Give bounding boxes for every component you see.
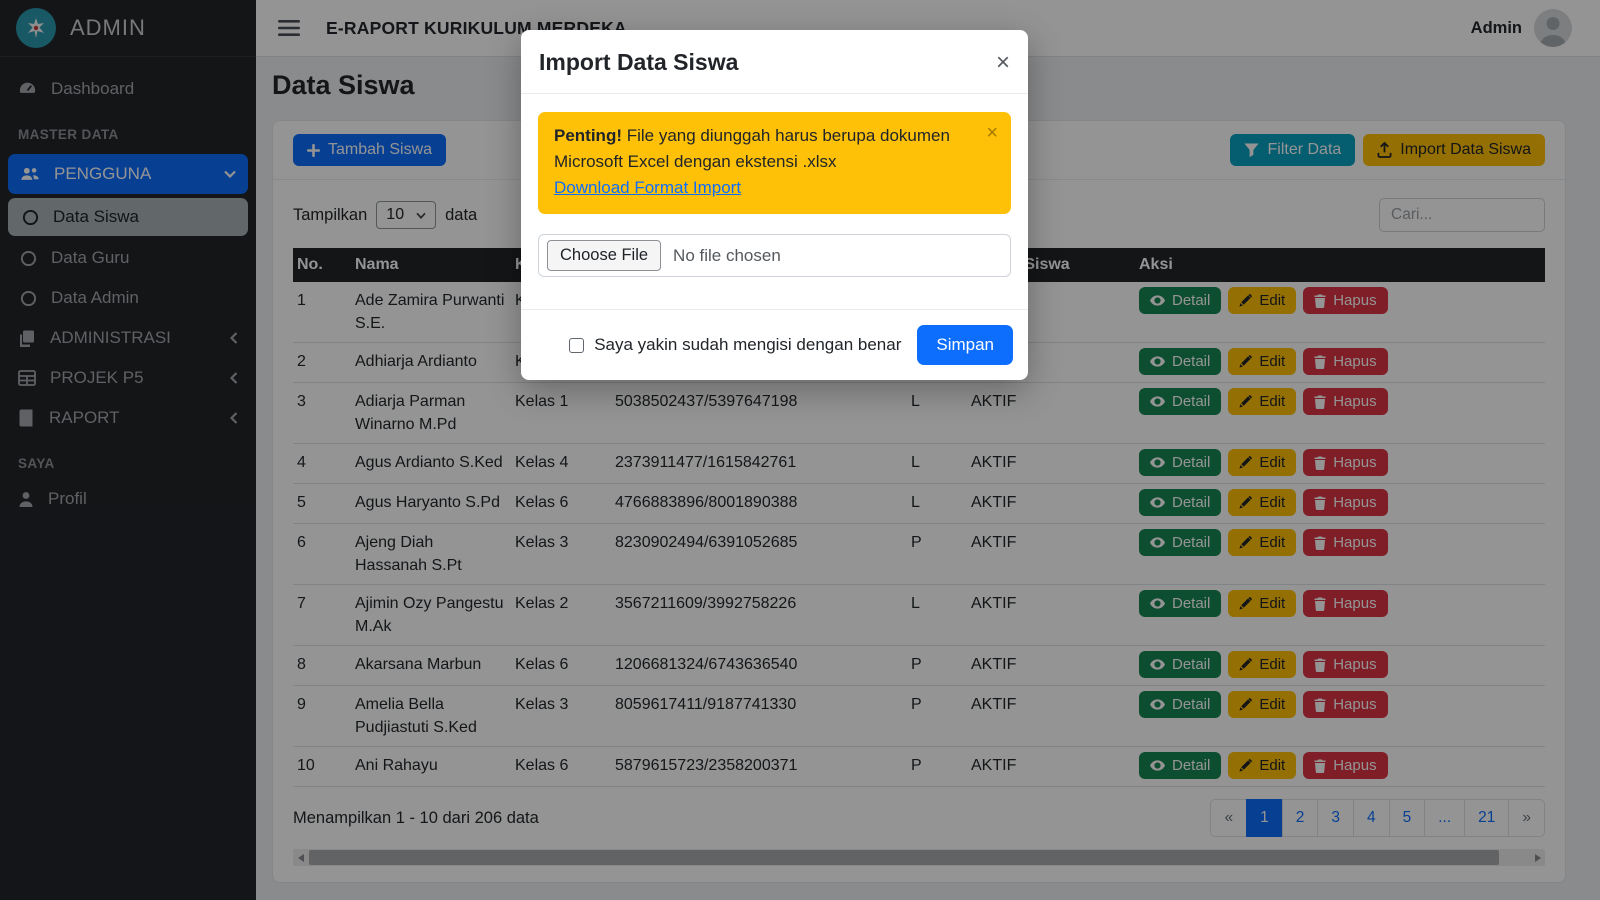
modal-close-icon[interactable]: × (996, 53, 1010, 72)
confirm-label: Saya yakin sudah mengisi dengan benar (594, 335, 901, 355)
alert-strong: Penting! (554, 126, 622, 145)
modal-title: Import Data Siswa (539, 49, 738, 76)
file-status-text: No file chosen (673, 246, 781, 266)
download-format-link[interactable]: Download Format Import (554, 178, 741, 197)
alert-close-icon[interactable]: × (986, 122, 998, 145)
choose-file-button[interactable]: Choose File (547, 240, 661, 271)
file-input[interactable]: Choose File No file chosen (538, 234, 1011, 277)
confirm-checkbox[interactable] (569, 338, 584, 353)
import-data-siswa-modal: Import Data Siswa × Penting! File yang d… (521, 30, 1028, 380)
simpan-button[interactable]: Simpan (917, 325, 1013, 365)
warning-alert: Penting! File yang diunggah harus berupa… (538, 112, 1011, 214)
